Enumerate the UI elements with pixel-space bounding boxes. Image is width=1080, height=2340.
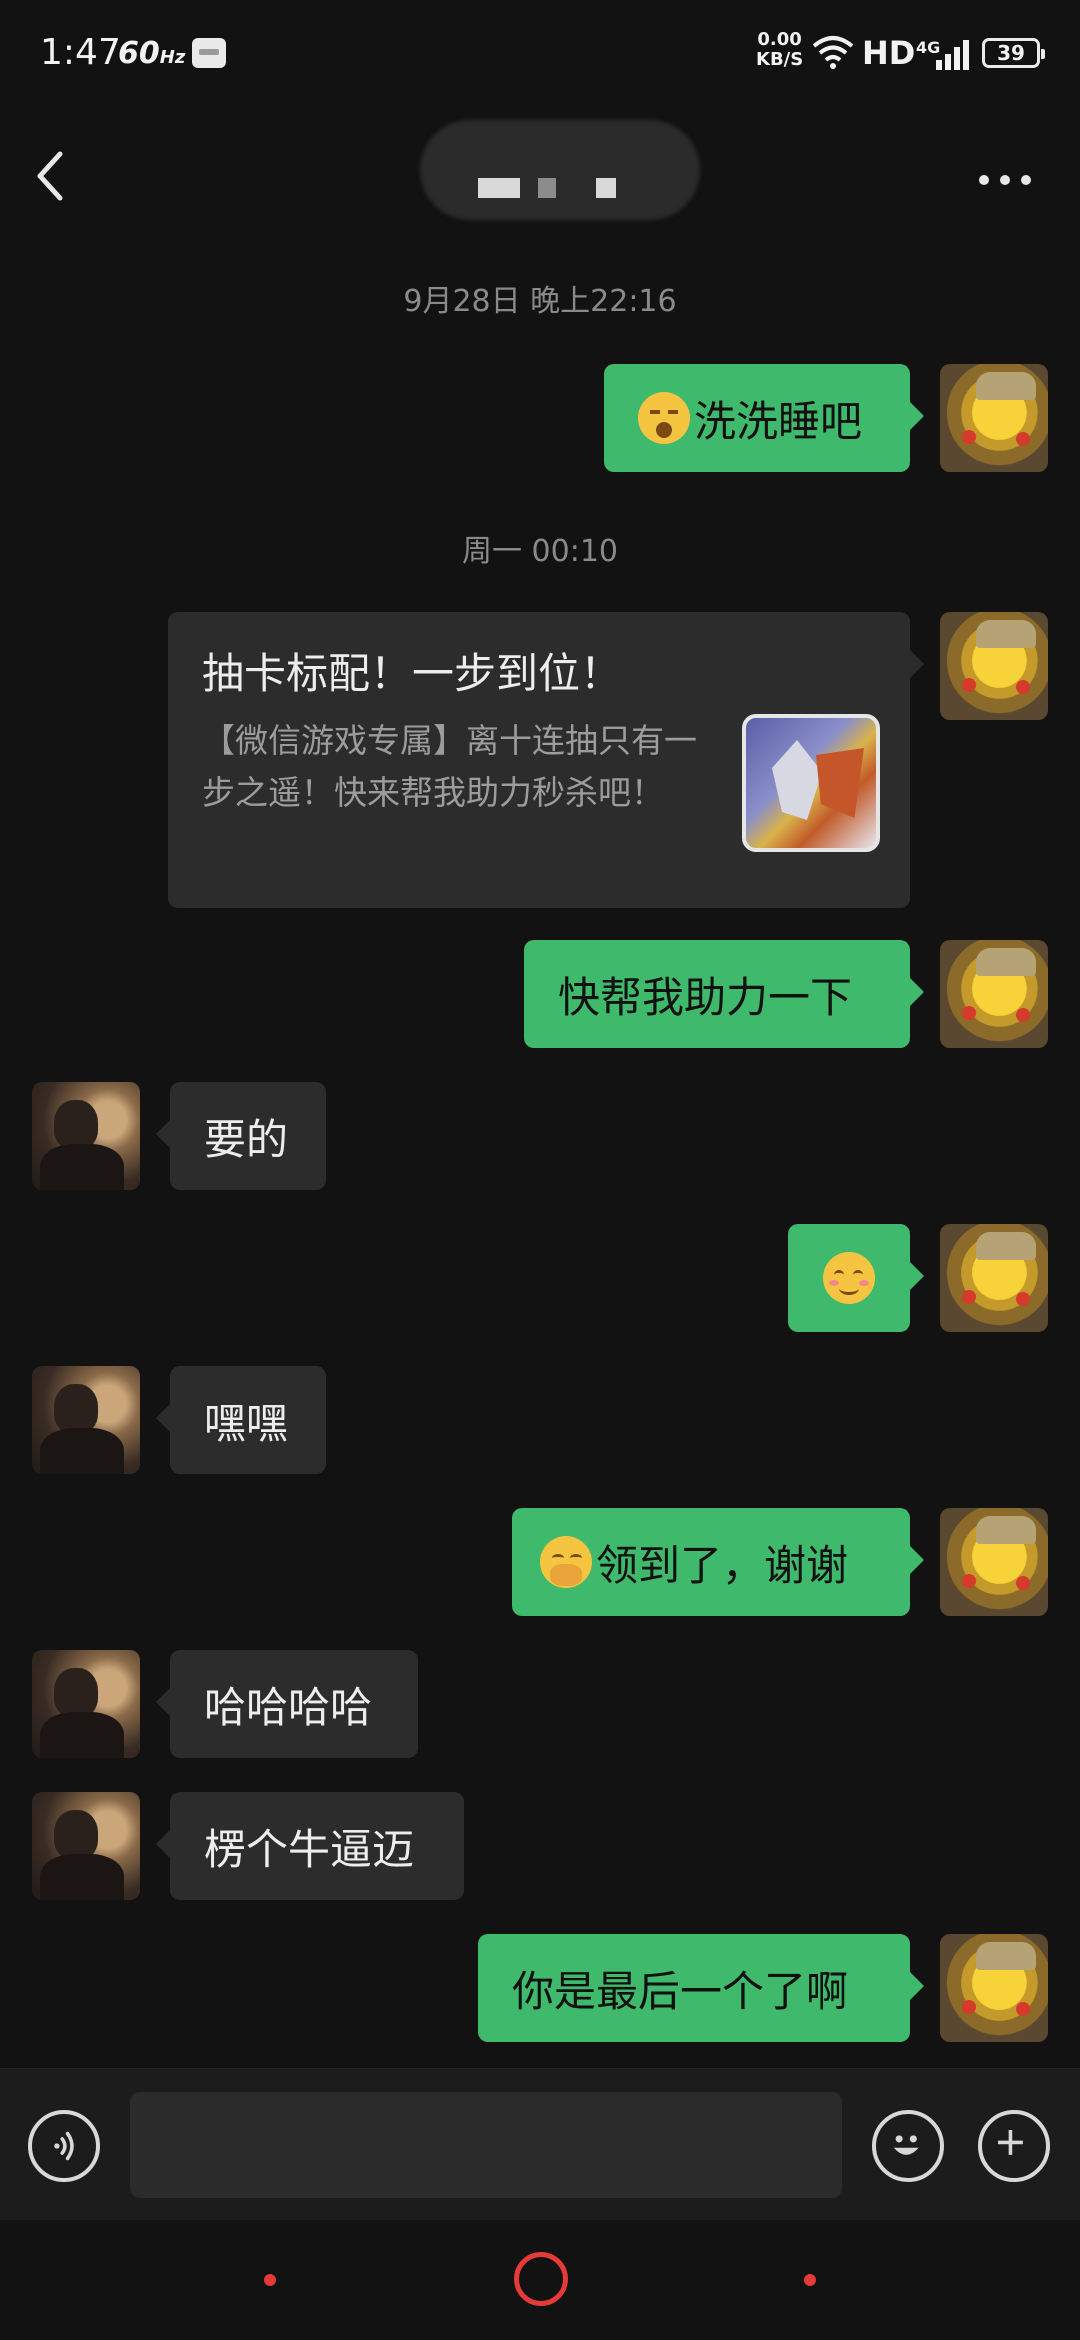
share-card-thumbnail <box>742 714 880 852</box>
message-bubble-sent[interactable]: 洗洗睡吧 <box>604 364 924 472</box>
refresh-rate-unit: Hz <box>159 47 186 68</box>
message-bubble-received[interactable]: 嘿嘿 <box>156 1366 326 1474</box>
chat-title-redacted <box>478 178 618 200</box>
nav-menu-button[interactable] <box>264 2274 276 2286</box>
message-text: 楞个牛逼迈 <box>204 1824 415 1874</box>
hd-label: HD <box>862 34 916 72</box>
message-bubble-received[interactable]: 楞个牛逼迈 <box>156 1792 464 1900</box>
message-text: 嘿嘿 <box>204 1398 289 1448</box>
contact-avatar[interactable] <box>32 1792 140 1900</box>
sleep-emoji-icon <box>638 392 690 444</box>
contact-avatar[interactable] <box>32 1366 140 1474</box>
nav-home-button[interactable] <box>514 2252 568 2306</box>
status-bar: 1:47 60Hz 0.00 KB/S HD 4G 39 <box>0 0 1080 110</box>
plus-icon[interactable] <box>978 2110 1050 2182</box>
refresh-rate-value: 60 <box>118 36 160 71</box>
message-bubble-received[interactable]: 要的 <box>156 1082 326 1190</box>
message-bubble-sent[interactable]: 领到了，谢谢 <box>512 1508 924 1616</box>
share-card-description: 【微信游戏专属】离十连抽只有一步之遥！快来帮我助力秒杀吧！ <box>202 721 697 812</box>
wifi-icon <box>812 36 854 69</box>
share-card[interactable]: 抽卡标配！一步到位！ 【微信游戏专属】离十连抽只有一步之遥！快来帮我助力秒杀吧！ <box>168 612 924 908</box>
my-avatar[interactable] <box>940 1224 1048 1332</box>
message-text: 哈哈哈哈 <box>204 1682 373 1732</box>
my-avatar[interactable] <box>940 612 1048 720</box>
my-avatar[interactable] <box>940 364 1048 472</box>
my-avatar[interactable] <box>940 1934 1048 2042</box>
message-text: 快帮我助力一下 <box>558 972 853 1022</box>
nav-back-button[interactable] <box>804 2274 816 2286</box>
battery-icon: 39 <box>982 38 1045 68</box>
back-icon[interactable] <box>26 140 86 210</box>
net-speed-unit: KB/S <box>756 49 804 70</box>
notification-app-icon <box>192 38 226 68</box>
message-bubble-sent[interactable] <box>788 1224 924 1332</box>
my-avatar[interactable] <box>940 940 1048 1048</box>
net-speed-value: 0.00 <box>757 29 802 50</box>
net-speed: 0.00 KB/S <box>756 30 803 70</box>
voice-icon[interactable] <box>28 2110 100 2182</box>
my-avatar[interactable] <box>940 1508 1048 1616</box>
chat-title-blurred <box>420 120 700 220</box>
message-input[interactable] <box>130 2092 842 2198</box>
timestamp: 9月28日 晚上22:16 <box>403 284 677 319</box>
smile-emoji-icon <box>823 1252 875 1304</box>
message-text: 洗洗睡吧 <box>694 396 863 446</box>
message-text: 要的 <box>204 1114 289 1164</box>
message-bubble-sent[interactable]: 快帮我助力一下 <box>524 940 924 1048</box>
message-bubble-received[interactable]: 哈哈哈哈 <box>156 1650 418 1758</box>
more-icon[interactable] <box>970 160 1040 200</box>
timestamp: 周一 00:10 <box>462 534 618 569</box>
status-time: 1:47 <box>40 32 121 73</box>
contact-avatar[interactable] <box>32 1082 140 1190</box>
message-bubble-sent[interactable]: 你是最后一个了啊 <box>478 1934 924 2042</box>
signal-icon <box>936 40 969 70</box>
hehe-emoji-icon <box>540 1536 592 1588</box>
share-card-title: 抽卡标配！一步到位！ <box>202 649 623 698</box>
emoji-icon[interactable] <box>872 2110 944 2182</box>
contact-avatar[interactable] <box>32 1650 140 1758</box>
message-text: 你是最后一个了啊 <box>512 1966 849 2016</box>
message-text: 领到了，谢谢 <box>596 1540 849 1590</box>
refresh-rate: 60Hz <box>118 36 185 71</box>
